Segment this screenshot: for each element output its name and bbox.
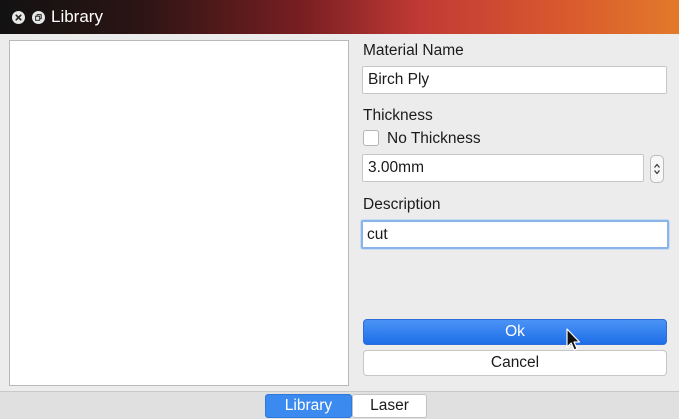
- close-icon[interactable]: [12, 11, 25, 24]
- mouse-pointer-icon: [566, 328, 582, 352]
- restore-icon[interactable]: [32, 11, 45, 24]
- thickness-label: Thickness: [363, 107, 433, 124]
- no-thickness-checkbox[interactable]: [363, 130, 379, 146]
- material-list[interactable]: [9, 40, 349, 386]
- tab-bar: Library Laser: [0, 391, 679, 419]
- window-title: Library: [51, 7, 103, 26]
- material-name-input[interactable]: [362, 66, 667, 94]
- title-bar[interactable]: Library: [0, 0, 679, 34]
- description-label: Description: [363, 196, 441, 213]
- cancel-button[interactable]: Cancel: [363, 350, 667, 376]
- ok-button[interactable]: Ok: [363, 319, 667, 345]
- no-thickness-label: No Thickness: [387, 130, 481, 147]
- library-window: Library Material Name Thickness No Thick…: [0, 0, 679, 419]
- tab-library[interactable]: Library: [265, 394, 352, 418]
- thickness-input[interactable]: [362, 154, 644, 182]
- tab-laser[interactable]: Laser: [352, 394, 427, 418]
- description-input[interactable]: [361, 220, 669, 249]
- material-name-label: Material Name: [363, 42, 464, 59]
- up-down-arrows-icon[interactable]: [650, 155, 664, 183]
